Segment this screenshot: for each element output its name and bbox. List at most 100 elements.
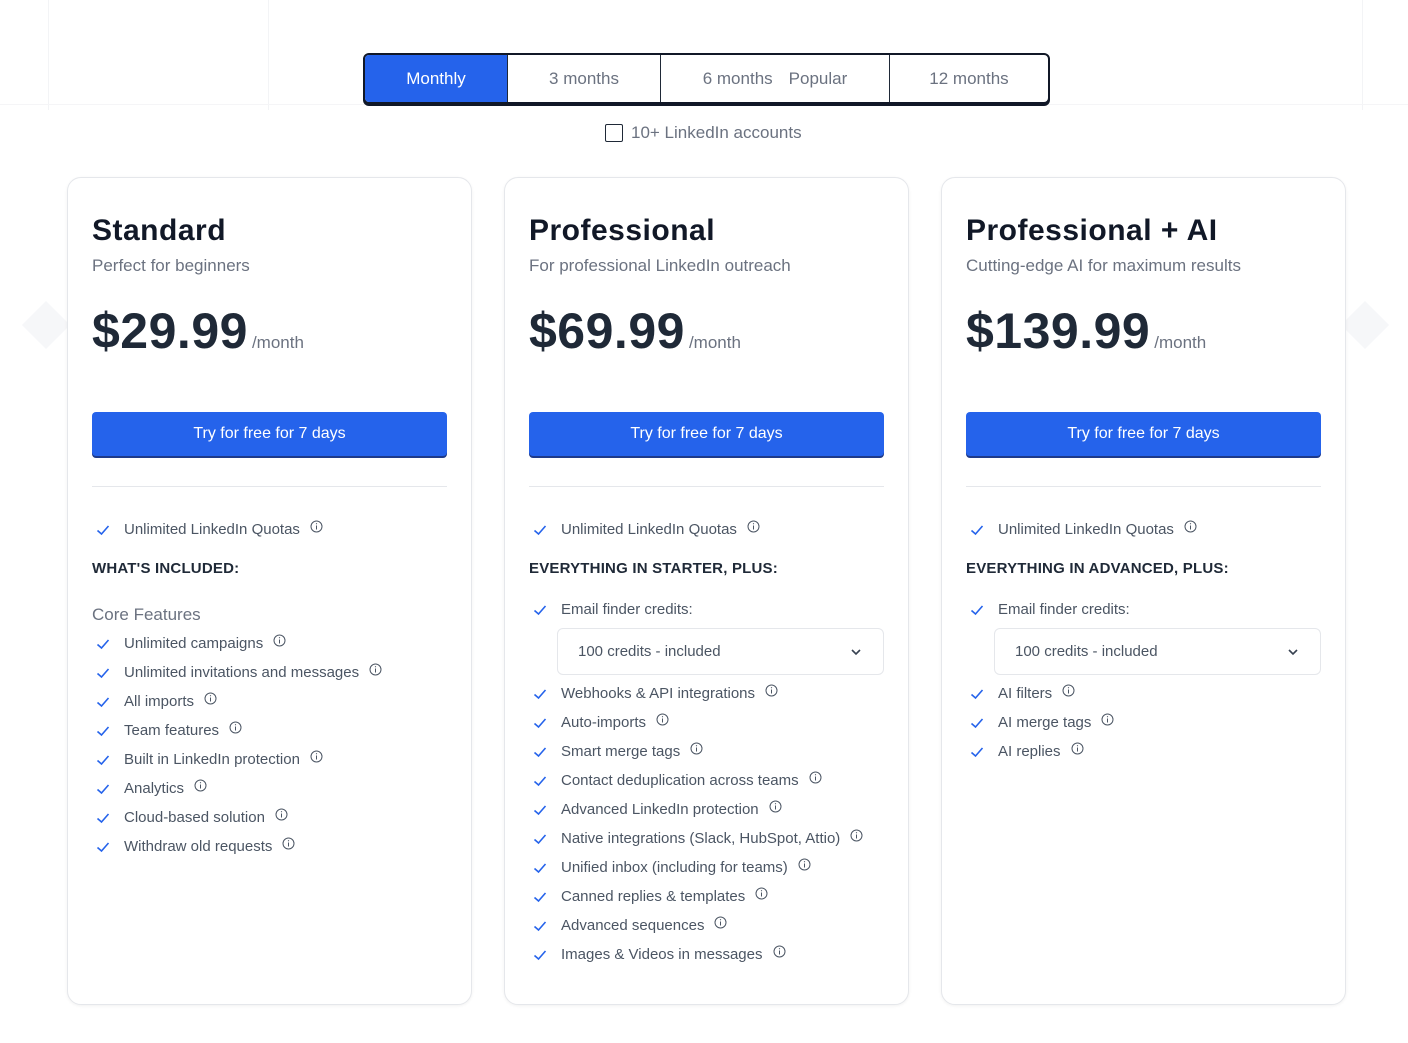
background-grid-line [0,104,1408,105]
feature-group-label: Core Features [92,605,201,624]
plan-price: $69.99 [529,303,685,359]
plan-subtitle: Perfect for beginners [92,256,250,275]
info-icon[interactable] [714,916,727,929]
feature-item: Analytics [92,774,447,803]
feature-item: All imports [92,687,447,716]
period-label: 3 months [549,68,619,88]
feature-list: Unlimited campaigns Unlimited invitations… [92,629,447,861]
feature-label: Email finder credits: [561,601,693,618]
check-icon [533,746,547,757]
try-free-button[interactable]: Try for free for 7 days [92,412,447,456]
info-icon[interactable] [275,808,288,821]
feature-item: AI replies [966,737,1321,766]
info-icon[interactable] [690,742,703,755]
check-icon [970,688,984,699]
feature-label: Team features [124,722,220,739]
feature-item: Unlimited LinkedIn Quotas [966,515,1321,544]
info-icon[interactable] [798,858,811,871]
feature-label: Analytics [124,780,185,797]
check-icon [96,638,110,649]
feature-label: AI replies [998,743,1061,760]
email-credits-select[interactable]: 100 credits - included [994,628,1321,675]
info-icon[interactable] [369,663,382,676]
plan-subtitle: For professional LinkedIn outreach [529,256,791,275]
carousel-next-arrow[interactable] [1340,300,1390,350]
linkedin-accounts-option[interactable]: 10+ LinkedIn accounts [605,123,802,143]
check-icon [533,775,547,786]
feature-list: Webhooks & API integrations Auto-imports S… [529,679,884,969]
feature-label: Native integrations (Slack, HubSpot, Att… [561,830,841,847]
feature-item: AI merge tags [966,708,1321,737]
feature-item: Unlimited campaigns [92,629,447,658]
feature-item: Native integrations (Slack, HubSpot, Att… [529,824,884,853]
feature-item: Webhooks & API integrations [529,679,884,708]
info-icon[interactable] [755,887,768,900]
feature-item: Canned replies & templates [529,882,884,911]
section-heading: EVERYTHING IN STARTER, PLUS: [529,560,778,577]
check-icon [533,920,547,931]
info-icon[interactable] [850,829,863,842]
accounts-label: 10+ LinkedIn accounts [631,123,802,142]
carousel-prev-arrow[interactable] [21,300,71,350]
check-icon [96,783,110,794]
period-option-monthly[interactable]: Monthly [365,55,508,102]
feature-label: All imports [124,693,195,710]
price-row: $139.99 /month [966,302,1321,360]
feature-item: Smart merge tags [529,737,884,766]
info-icon[interactable] [1101,713,1114,726]
feature-label: Auto-imports [561,714,647,731]
feature-item: Contact deduplication across teams [529,766,884,795]
info-icon[interactable] [310,520,323,533]
select-value: 100 credits - included [1015,643,1158,660]
period-label: Monthly [406,68,466,88]
info-icon[interactable] [765,684,778,697]
check-icon [96,812,110,823]
info-icon[interactable] [1184,520,1197,533]
feature-item: Cloud-based solution [92,803,447,832]
price-unit: /month [1154,333,1207,352]
info-icon[interactable] [1071,742,1084,755]
info-icon[interactable] [282,837,295,850]
info-icon[interactable] [194,779,207,792]
price-row: $29.99 /month [92,302,447,360]
info-icon[interactable] [809,771,822,784]
check-icon [533,717,547,728]
feature-item: Unlimited LinkedIn Quotas [92,515,447,544]
period-option-12-months[interactable]: 12 months [890,55,1048,102]
popular-badge: Popular [788,68,848,88]
info-icon[interactable] [769,800,782,813]
feature-item: Unlimited LinkedIn Quotas [529,515,884,544]
feature-label: Cloud-based solution [124,809,265,826]
check-icon [96,754,110,765]
check-icon [970,604,984,615]
background-grid-line [268,0,269,110]
email-credits-select[interactable]: 100 credits - included [557,628,884,675]
feature-label: Contact deduplication across teams [561,772,799,789]
feature-item: Auto-imports [529,708,884,737]
period-label: 12 months [929,68,1009,88]
info-icon[interactable] [229,721,242,734]
info-icon[interactable] [747,520,760,533]
info-icon[interactable] [204,692,217,705]
try-free-button[interactable]: Try for free for 7 days [529,412,884,456]
check-icon [533,804,547,815]
info-icon[interactable] [1062,684,1075,697]
price-unit: /month [688,333,741,352]
background-grid-line [48,0,49,110]
feature-item: Withdraw old requests [92,832,447,861]
period-option-6-months[interactable]: 6 months Popular [661,55,890,102]
plan-subtitle: Cutting-edge AI for maximum results [966,256,1241,275]
info-icon[interactable] [310,750,323,763]
feature-item: Email finder credits: [529,595,884,624]
period-option-3-months[interactable]: 3 months [508,55,661,102]
feature-item: Unlimited invitations and messages [92,658,447,687]
info-icon[interactable] [773,945,786,958]
feature-item: AI filters [966,679,1321,708]
period-label: 6 months [702,68,773,88]
info-icon[interactable] [656,713,669,726]
try-free-button[interactable]: Try for free for 7 days [966,412,1321,456]
feature-label: Smart merge tags [561,743,681,760]
accounts-checkbox[interactable] [605,124,623,142]
info-icon[interactable] [273,634,286,647]
feature-item: Advanced sequences [529,911,884,940]
